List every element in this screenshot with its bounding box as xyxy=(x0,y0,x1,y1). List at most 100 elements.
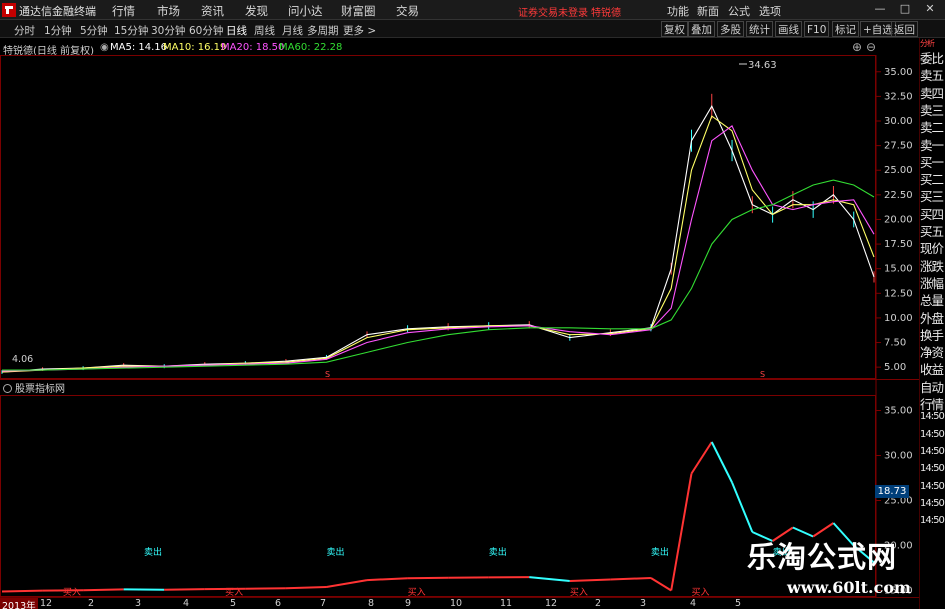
date-tick-label: 2 xyxy=(88,598,95,609)
zoom-in-icon[interactable]: ⊕ xyxy=(852,40,862,54)
period-more[interactable]: 更多 > xyxy=(343,23,376,38)
quote-field-label: 现价 xyxy=(920,241,944,257)
menu-item-trade[interactable]: 交易 xyxy=(396,3,419,19)
quote-field-label: 外盘 xyxy=(920,310,944,326)
quote-field-label: 买五 xyxy=(920,224,944,239)
quote-field-label: 换手 xyxy=(920,327,944,343)
menu-item-discover[interactable]: 发现 xyxy=(245,3,268,19)
multi-stock-button[interactable]: 多股 xyxy=(717,21,744,37)
quote-field-label: 14:50 xyxy=(920,411,945,423)
period-daily[interactable]: 日线 xyxy=(226,23,247,38)
sell-segment xyxy=(710,441,733,483)
period-60min[interactable]: 60分钟 xyxy=(189,23,223,38)
period-weekly[interactable]: 周线 xyxy=(254,23,275,38)
ma5-value: MA5: 14.16 xyxy=(110,42,168,53)
date-tick-label: 12 xyxy=(40,598,53,609)
close-icon[interactable]: ✕ xyxy=(923,2,937,16)
date-tick-label: 3 xyxy=(640,598,647,609)
quote-field-label: 卖五 xyxy=(920,68,944,84)
sell-segment xyxy=(529,576,570,582)
quote-field-label: 买一 xyxy=(920,154,944,170)
date-tick-label: 4 xyxy=(690,598,697,609)
minimize-icon[interactable]: — xyxy=(873,2,887,16)
kline-chart-area[interactable]: 35.0032.5030.0027.5025.0022.5020.0017.50… xyxy=(0,55,945,609)
menu-item-ask[interactable]: 问小达 xyxy=(288,3,323,19)
ma-line-ma10 xyxy=(1,115,875,373)
price-tick-label: 20.00 xyxy=(884,214,913,225)
menu-item-market[interactable]: 市场 xyxy=(157,3,180,19)
buy-segment xyxy=(1,589,43,593)
sell-signal-label: 卖出 xyxy=(144,546,162,558)
quote-field-label: 14:50 xyxy=(920,445,945,457)
adjust-button[interactable]: 复权 xyxy=(661,21,688,37)
period-intraday[interactable]: 分时 xyxy=(14,23,35,38)
login-warning: 证券交易未登录 xyxy=(518,8,588,19)
date-tick-label: 6 xyxy=(275,598,282,609)
quote-field-label: 卖四 xyxy=(920,85,944,101)
ma-legend: 特锐德(日线 前复权) ◉ MA5: 14.16 MA10: 16.19 MA2… xyxy=(0,40,876,57)
date-tick-label: 9 xyxy=(405,598,412,609)
period-toolbar: 分时 1分钟 5分钟 15分钟 30分钟 60分钟 日线 周线 月线 多周期 更… xyxy=(0,20,945,38)
quote-field-label: 买二 xyxy=(920,172,944,188)
date-tick-label: 11 xyxy=(500,598,513,609)
indicator-settings-icon[interactable] xyxy=(3,384,12,393)
period-15min[interactable]: 15分钟 xyxy=(114,23,148,38)
period-30min[interactable]: 30分钟 xyxy=(151,23,185,38)
menu-item-quotes[interactable]: 行情 xyxy=(112,3,135,19)
date-tick-label: 7 xyxy=(320,598,327,609)
mark-button[interactable]: 标记 xyxy=(832,21,859,37)
period-5min[interactable]: 5分钟 xyxy=(80,23,108,38)
period-monthly[interactable]: 月线 xyxy=(282,23,303,38)
period-multi[interactable]: 多周期 xyxy=(307,23,339,38)
quote-field-label: 卖二 xyxy=(920,120,944,136)
quote-side-panel: 分析 委比 卖五 卖四 卖三 卖二 卖一 买一 买二 买三 买四 买五 现价 涨跌 涨幅 总量 外盘 换手 净资收… xyxy=(919,38,945,609)
price-tick-label: 15.00 xyxy=(884,264,913,275)
buy-segment xyxy=(164,588,205,591)
maximize-icon[interactable]: □ xyxy=(898,2,912,16)
sell-signal-label: 卖出 xyxy=(489,546,507,558)
zoom-out-icon[interactable]: ⊖ xyxy=(866,40,876,54)
menu-item-wealth[interactable]: 财富圈 xyxy=(341,3,376,19)
quote-field-label: 行情 xyxy=(920,397,944,412)
menu-item-formula[interactable]: 公式 xyxy=(728,3,750,19)
current-stock-name: 特锐德 xyxy=(591,8,621,19)
quote-field-label: 委比 xyxy=(920,51,944,66)
sell-segment xyxy=(731,482,754,533)
ma-lines xyxy=(1,105,875,373)
period-1min[interactable]: 1分钟 xyxy=(44,23,72,38)
back-button[interactable]: 返回 xyxy=(891,21,918,37)
buy-segment xyxy=(650,577,672,592)
ma-line-ma5 xyxy=(1,105,875,373)
settings-dot-icon[interactable]: ◉ xyxy=(100,42,109,53)
price-tick-label: 30.00 xyxy=(884,116,913,127)
menu-item-options[interactable]: 选项 xyxy=(759,3,781,19)
price-tick-label: 25.00 xyxy=(884,165,913,176)
date-tick-label: 12 xyxy=(545,598,558,609)
event-marker: S xyxy=(760,370,765,379)
stats-button[interactable]: 统计 xyxy=(746,21,773,37)
price-tick-label: 10.00 xyxy=(884,313,913,324)
price-tick-label: 12.50 xyxy=(884,288,913,299)
quote-field-label: 卖一 xyxy=(920,137,944,153)
f10-button[interactable]: F10 xyxy=(804,21,830,37)
menu-item-new-page[interactable]: 新面 xyxy=(697,3,719,19)
menu-item-function[interactable]: 功能 xyxy=(667,3,689,19)
indicator-panel-title: 股票指标网 xyxy=(0,380,65,395)
menu-item-info[interactable]: 资讯 xyxy=(201,3,224,19)
ma20-value: MA20: 18.50 xyxy=(221,42,285,53)
quote-field-label: 14:50 xyxy=(920,497,945,509)
app-logo-icon xyxy=(2,3,16,17)
overlay-button[interactable]: 叠加 xyxy=(688,21,715,37)
price-tick-label: 35.00 xyxy=(884,67,913,78)
ma-line-ma60 xyxy=(2,179,875,371)
crosshair-price-readout: 18.73 xyxy=(875,485,909,498)
quote-field-label: 涨跌 xyxy=(920,258,944,274)
quote-field-label: 净资 xyxy=(920,345,944,361)
high-annotation: 34.63 xyxy=(748,60,777,71)
buy-segment xyxy=(83,588,124,592)
date-tick-label: 5 xyxy=(735,598,742,609)
buy-segment xyxy=(366,577,408,582)
draw-button[interactable]: 画线 xyxy=(775,21,802,37)
indicator-tick-label: 30.00 xyxy=(884,451,913,462)
buy-segment xyxy=(407,576,449,580)
